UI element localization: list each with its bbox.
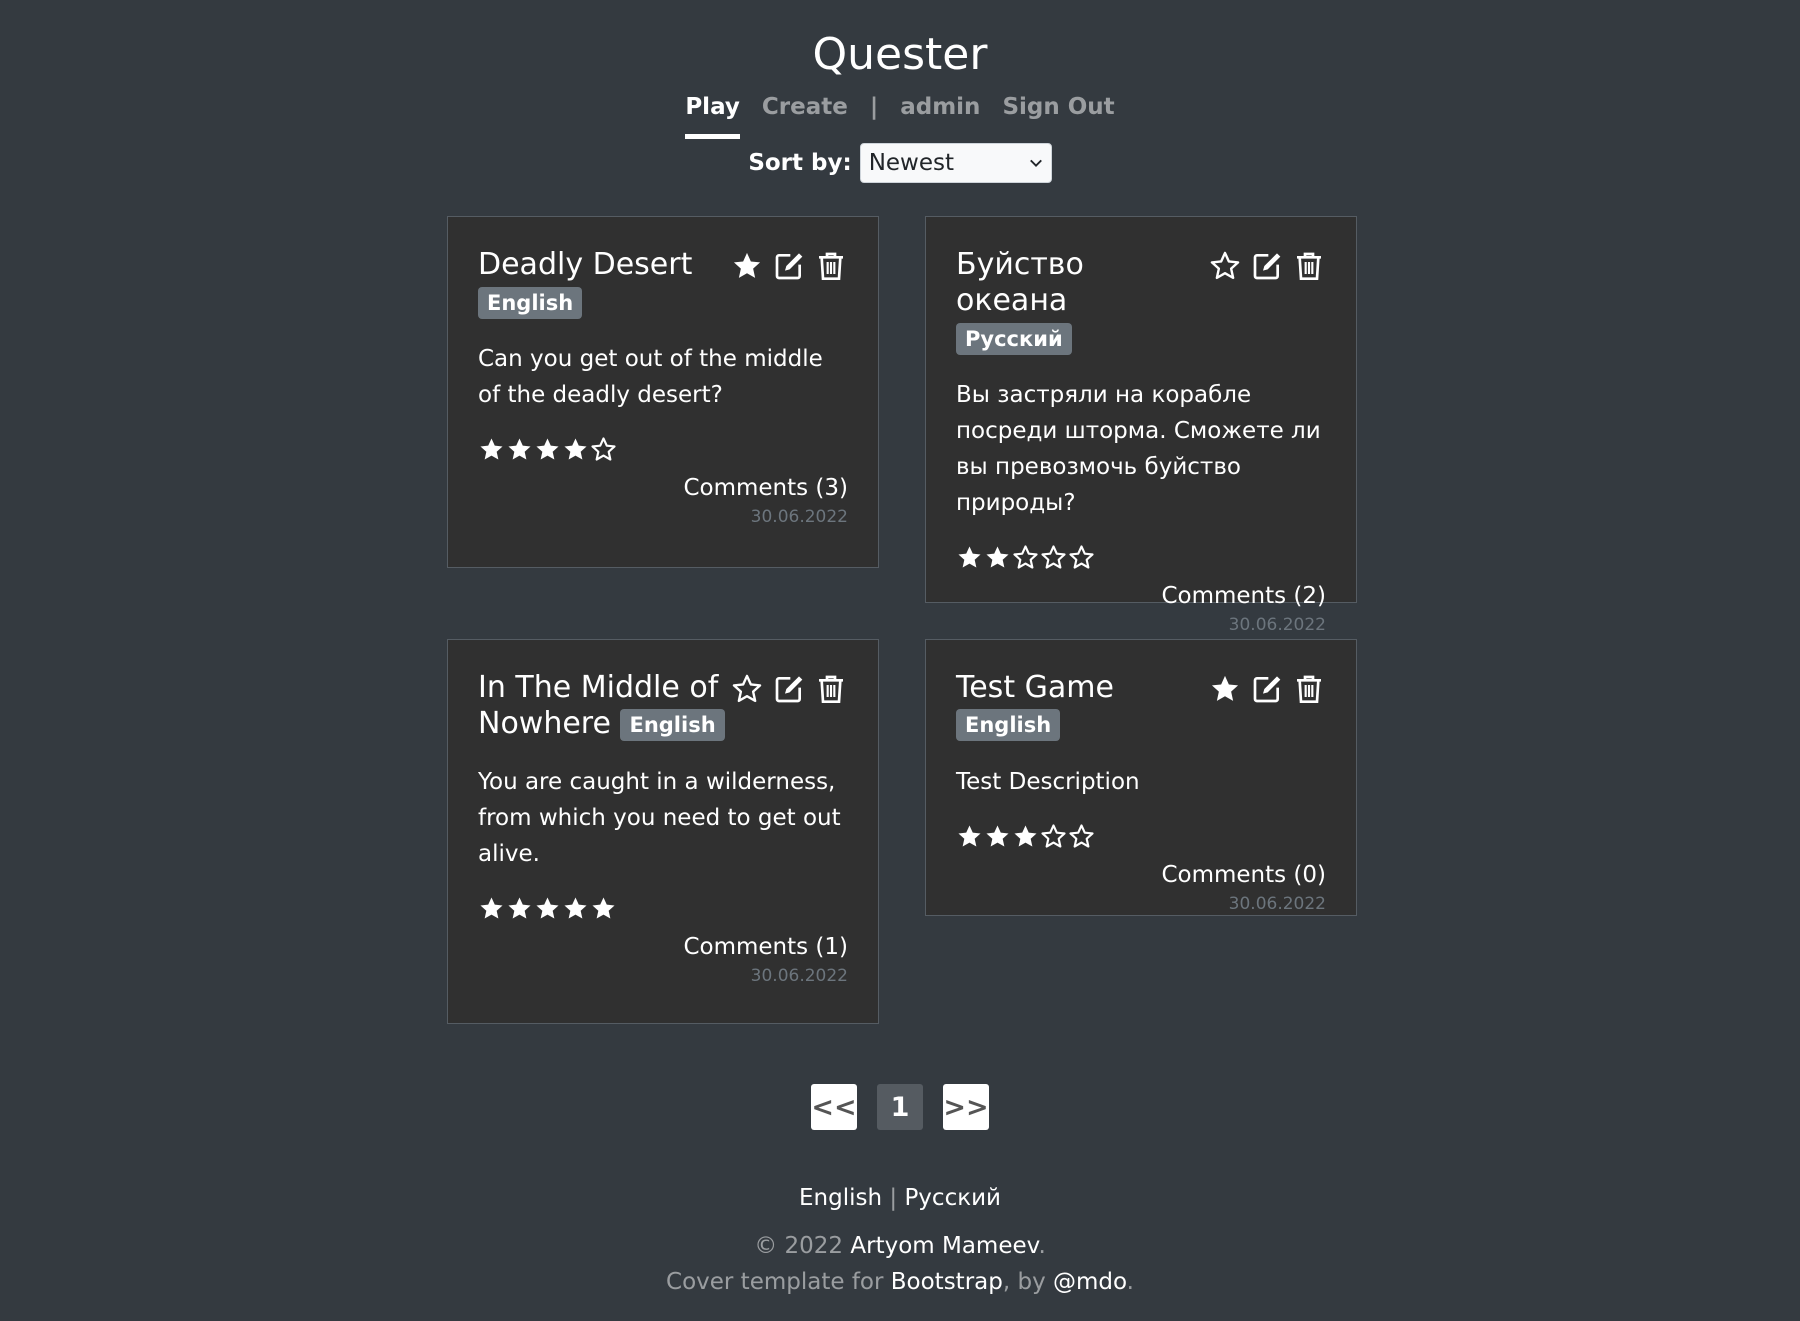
lang-russian-link[interactable]: Русский bbox=[904, 1185, 1001, 1211]
mdo-link[interactable]: @mdo bbox=[1053, 1269, 1127, 1295]
nav-create[interactable]: Create bbox=[762, 94, 848, 139]
language-switcher: English | Русский bbox=[0, 1180, 1800, 1216]
credit-period: . bbox=[1126, 1269, 1134, 1295]
star-empty-icon bbox=[1069, 823, 1094, 848]
star-filled-icon bbox=[508, 896, 531, 919]
nav-separator: | bbox=[869, 94, 879, 120]
card-description: Вы застряли на корабле посреди шторма. С… bbox=[956, 382, 1321, 516]
star-empty-icon bbox=[1069, 544, 1094, 569]
copyright-text: © 2022 bbox=[754, 1233, 844, 1259]
sort-select[interactable]: Newest bbox=[859, 143, 1052, 183]
template-text: Cover template for bbox=[666, 1269, 884, 1295]
comments-link[interactable]: Comments (3) bbox=[478, 475, 848, 501]
quest-card: Test Game English Test Description Comme… bbox=[925, 639, 1357, 916]
edit-icon[interactable] bbox=[772, 672, 806, 706]
copyright-period: . bbox=[1038, 1233, 1046, 1259]
card-title-with-badge: Test Game English bbox=[956, 670, 1206, 742]
star-filled-icon bbox=[564, 896, 587, 919]
trash-icon[interactable] bbox=[1292, 249, 1326, 283]
star-favorite-icon[interactable] bbox=[1208, 672, 1242, 706]
comments-link[interactable]: Comments (1) bbox=[478, 934, 848, 960]
trash-icon[interactable] bbox=[1292, 672, 1326, 706]
sort-bar: Sort by: Newest bbox=[0, 143, 1800, 183]
card-date: 30.06.2022 bbox=[750, 507, 848, 527]
next-page-button[interactable]: >> bbox=[943, 1084, 989, 1130]
copyright-line: © 2022 Artyom Mameev. bbox=[0, 1228, 1800, 1264]
language-badge: English bbox=[956, 708, 1061, 741]
quest-card: Буйство океана Русский Вы застряли на ко… bbox=[925, 216, 1357, 635]
comments-link[interactable]: Comments (0) bbox=[956, 862, 1326, 888]
card-actions bbox=[730, 670, 848, 706]
card-description: Test Description bbox=[956, 769, 1140, 795]
lang-separator: | bbox=[889, 1185, 898, 1211]
by-text: , by bbox=[1002, 1269, 1046, 1295]
rating-stars bbox=[956, 541, 1326, 573]
star-filled-icon bbox=[564, 437, 587, 460]
star-filled-icon bbox=[592, 896, 615, 919]
star-empty-icon bbox=[1013, 544, 1038, 569]
card-actions bbox=[730, 247, 848, 283]
trash-icon[interactable] bbox=[814, 249, 848, 283]
card-date: 30.06.2022 bbox=[750, 966, 848, 986]
card-date: 30.06.2022 bbox=[1228, 894, 1326, 914]
sort-label: Sort by: bbox=[748, 150, 852, 176]
star-filled-icon bbox=[958, 545, 981, 568]
nav-play[interactable]: Play bbox=[685, 94, 740, 139]
lang-english-link[interactable]: English bbox=[799, 1185, 882, 1211]
edit-icon[interactable] bbox=[1250, 672, 1284, 706]
card-title[interactable]: Test Game bbox=[956, 670, 1114, 705]
star-favorite-icon[interactable] bbox=[730, 249, 764, 283]
star-filled-icon bbox=[958, 824, 981, 847]
template-credit-line: Cover template for Bootstrap, by @mdo. bbox=[0, 1264, 1800, 1300]
rating-stars bbox=[478, 892, 848, 924]
star-filled-icon bbox=[480, 437, 503, 460]
star-filled-icon bbox=[986, 545, 1009, 568]
quest-card: In The Middle of Nowhere English You are… bbox=[447, 639, 879, 1024]
star-empty-icon bbox=[1041, 823, 1066, 848]
pagination: << 1 >> bbox=[0, 1084, 1800, 1130]
card-description: You are caught in a wilderness, from whi… bbox=[478, 769, 841, 867]
card-title[interactable]: Deadly Desert bbox=[478, 247, 692, 283]
rating-stars bbox=[956, 820, 1326, 852]
language-badge: Русский bbox=[956, 323, 1072, 355]
card-title-with-badge: In The Middle of Nowhere English bbox=[478, 670, 728, 742]
star-empty-icon bbox=[591, 436, 616, 461]
card-title[interactable]: Буйство океана bbox=[956, 247, 1196, 319]
star-filled-icon bbox=[480, 896, 503, 919]
star-favorite-icon[interactable] bbox=[730, 672, 764, 706]
chevron-down-icon bbox=[1029, 159, 1042, 167]
language-badge: English bbox=[478, 287, 583, 319]
star-filled-icon bbox=[1014, 824, 1037, 847]
sort-selected-value: Newest bbox=[868, 150, 955, 176]
header: Quester Play Create | admin Sign Out Sor… bbox=[0, 20, 1800, 183]
author-link[interactable]: Artyom Mameev bbox=[850, 1233, 1038, 1259]
footer: English | Русский © 2022 Artyom Mameev. … bbox=[0, 1180, 1800, 1300]
edit-icon[interactable] bbox=[1250, 249, 1284, 283]
star-filled-icon bbox=[536, 896, 559, 919]
nav-user[interactable]: admin bbox=[900, 94, 980, 139]
prev-page-button[interactable]: << bbox=[811, 1084, 857, 1130]
edit-icon[interactable] bbox=[772, 249, 806, 283]
comments-link[interactable]: Comments (2) bbox=[956, 583, 1326, 609]
language-badge: English bbox=[620, 708, 725, 741]
main-nav: Play Create | admin Sign Out bbox=[0, 94, 1800, 139]
bootstrap-link[interactable]: Bootstrap bbox=[891, 1269, 1003, 1295]
star-favorite-icon[interactable] bbox=[1208, 249, 1242, 283]
card-actions bbox=[1208, 247, 1326, 283]
trash-icon[interactable] bbox=[814, 672, 848, 706]
brand-title: Quester bbox=[812, 29, 988, 80]
card-actions bbox=[1208, 670, 1326, 706]
star-filled-icon bbox=[536, 437, 559, 460]
star-filled-icon bbox=[986, 824, 1009, 847]
page-1-button[interactable]: 1 bbox=[877, 1084, 923, 1130]
nav-sign-out[interactable]: Sign Out bbox=[1002, 94, 1114, 139]
card-date: 30.06.2022 bbox=[1228, 615, 1326, 635]
card-description: Can you get out of the middle of the dea… bbox=[478, 346, 823, 408]
quest-card: Deadly Desert English Can you get out of… bbox=[447, 216, 879, 568]
rating-stars bbox=[478, 433, 848, 465]
star-filled-icon bbox=[508, 437, 531, 460]
star-empty-icon bbox=[1041, 544, 1066, 569]
